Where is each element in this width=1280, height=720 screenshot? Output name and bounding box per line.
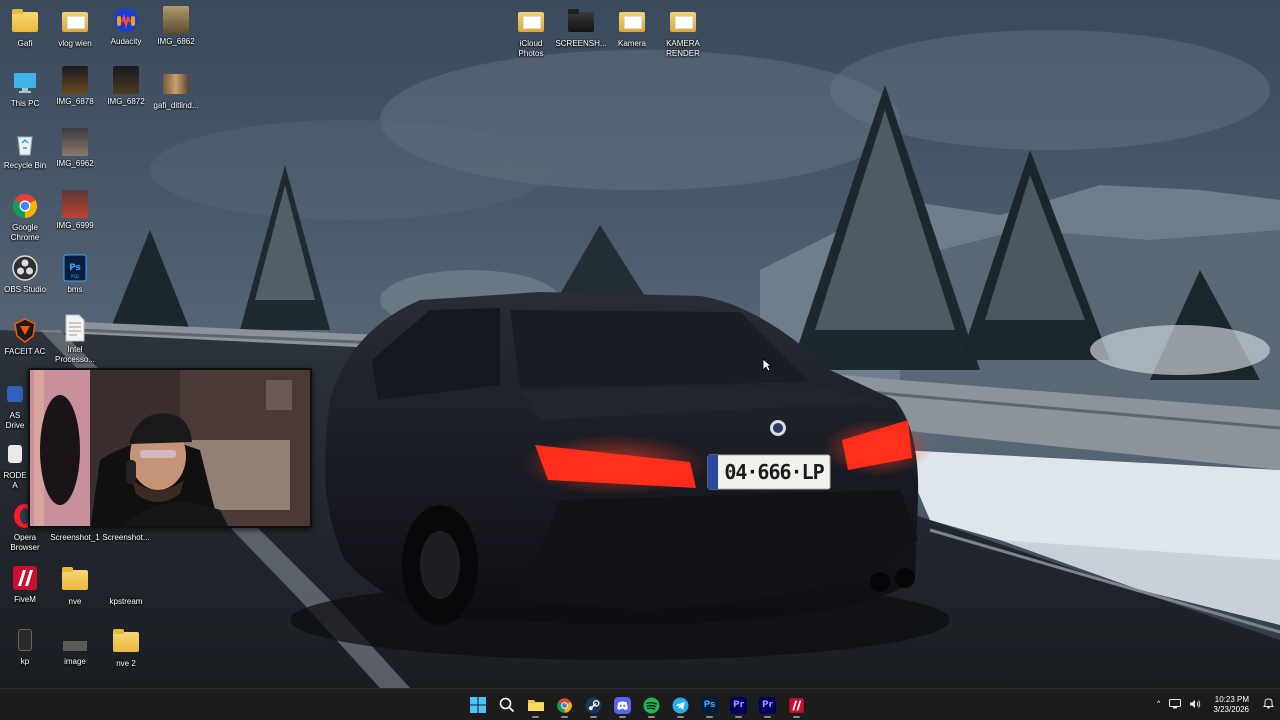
taskbar-chrome[interactable] (553, 691, 576, 719)
obs-icon (11, 254, 39, 282)
image-icon (162, 6, 190, 34)
app-icon (1, 380, 29, 408)
desktop-icon-audacity[interactable]: Audacity (99, 6, 153, 47)
image-icon (112, 66, 140, 94)
folder-icon (61, 8, 89, 36)
folder-icon (112, 566, 140, 594)
taskbar-premiere-pro-2[interactable]: Pr (756, 691, 779, 719)
desktop-icon-image[interactable]: image (48, 626, 102, 667)
taskbar-telegram[interactable] (669, 691, 692, 719)
desktop-icon-intel-processor[interactable]: Intel Processo... (48, 314, 102, 365)
desktop-icon-obs-studio[interactable]: OBS Studio (0, 254, 52, 295)
taskbar-file-explorer[interactable] (524, 691, 547, 719)
fivem-icon (789, 697, 804, 713)
clock-time: 10:23 PM (1214, 695, 1249, 704)
license-plate-text: 04·666·LP (724, 460, 824, 484)
desktop-icon-vlog-wien[interactable]: vlog wien (48, 8, 102, 49)
webcam-overlay (28, 368, 312, 528)
app-icon (11, 626, 39, 654)
faceit-icon (11, 316, 39, 344)
taskbar-apps: Ps Pr Pr (466, 689, 808, 720)
desktop-icon-icloud-photos[interactable]: iCloud Photos (504, 8, 558, 59)
network-icon[interactable] (1169, 698, 1182, 712)
taskbar-fivem[interactable] (785, 691, 808, 719)
folder-icon (112, 628, 140, 656)
monitor-icon (11, 68, 39, 96)
search-icon (499, 697, 514, 713)
desktop-icon-gafi-ditlind[interactable]: gafi_ditlind... (149, 70, 203, 111)
desktop-icon-nve[interactable]: nve (48, 566, 102, 607)
webcam-feed (30, 370, 310, 526)
desktop-icon-kp[interactable]: kp (0, 626, 52, 667)
desktop-icon-gafi[interactable]: Gafi (0, 8, 52, 49)
folder-icon (618, 8, 646, 36)
chrome-icon (557, 697, 572, 713)
taskbar-premiere-pro-1[interactable]: Pr (727, 691, 750, 719)
folder-icon (669, 8, 697, 36)
icloud-folder-icon (517, 8, 545, 36)
desktop-icon-screenshots[interactable]: SCREENSH... (554, 8, 608, 49)
desktop-icon-bms[interactable]: Ps PSD bms (48, 254, 102, 295)
taskbar-spotify[interactable] (640, 691, 663, 719)
svg-text:Ps: Ps (69, 263, 81, 273)
desktop-icon-img-6862[interactable]: IMG_6862 (149, 6, 203, 47)
notification-icon[interactable] (1263, 698, 1274, 712)
desktop-icon-faceit-ac[interactable]: FACEIT AC (0, 316, 52, 357)
desktop-icon-img-6999[interactable]: IMG_6999 (48, 190, 102, 231)
start-button[interactable] (466, 691, 489, 719)
folder-icon (61, 566, 89, 594)
image-icon (61, 128, 89, 156)
svg-text:PSD: PSD (71, 274, 79, 279)
file-explorer-icon (527, 700, 544, 711)
search-button[interactable] (495, 691, 518, 719)
system-tray: ˄ 10:23 PM 3/23/2026 (1156, 689, 1274, 720)
folder-icon (567, 8, 595, 36)
spotify-icon (643, 697, 660, 713)
desktop-icon-this-pc[interactable]: This PC (0, 68, 52, 109)
chrome-icon (11, 192, 39, 220)
image-icon (61, 190, 89, 218)
image-icon (162, 70, 190, 98)
desktop-icon-img-6962[interactable]: IMG_6962 (48, 128, 102, 169)
desktop-icon-kamera[interactable]: Kamera (605, 8, 659, 49)
mouse-cursor-icon (762, 358, 772, 372)
discord-icon (614, 696, 631, 714)
taskbar-discord[interactable] (611, 691, 634, 719)
image-icon (61, 66, 89, 94)
taskbar-photoshop[interactable]: Ps (698, 691, 721, 719)
document-icon (61, 314, 89, 342)
desktop-icon-img-6878[interactable]: IMG_6878 (48, 66, 102, 107)
chevron-up-icon[interactable]: ˄ (1156, 699, 1162, 712)
image-icon (61, 626, 89, 654)
windows-start-icon (469, 697, 486, 713)
fivem-icon (11, 564, 39, 592)
telegram-icon (672, 697, 689, 713)
desktop-icon-nve-2[interactable]: nve 2 (99, 628, 153, 669)
volume-icon[interactable] (1189, 699, 1201, 712)
desktop-icon-img-6872[interactable]: IMG_6872 (99, 66, 153, 107)
audacity-icon (112, 6, 140, 34)
desktop-icon-fivem[interactable]: FiveM (0, 564, 52, 605)
clock[interactable]: 10:23 PM 3/23/2026 (1213, 695, 1249, 715)
taskbar-steam[interactable] (582, 691, 605, 719)
desktop-icon-recycle-bin[interactable]: Recycle Bin (0, 130, 52, 171)
desktop-icon-kpstream[interactable]: kpstream (99, 566, 153, 607)
desktop-icon-google-chrome[interactable]: Google Chrome (0, 192, 52, 243)
recycle-bin-icon (11, 130, 39, 158)
folder-icon (11, 8, 39, 36)
photoshop-file-icon: Ps PSD (61, 254, 89, 282)
taskbar: Ps Pr Pr ˄ 10:23 PM 3/23/2026 (0, 688, 1280, 720)
steam-icon (585, 697, 602, 713)
app-icon (1, 440, 29, 468)
desktop-icon-kamera-render[interactable]: KAMERA RENDER (656, 8, 710, 59)
clock-date: 3/23/2026 (1213, 705, 1249, 714)
